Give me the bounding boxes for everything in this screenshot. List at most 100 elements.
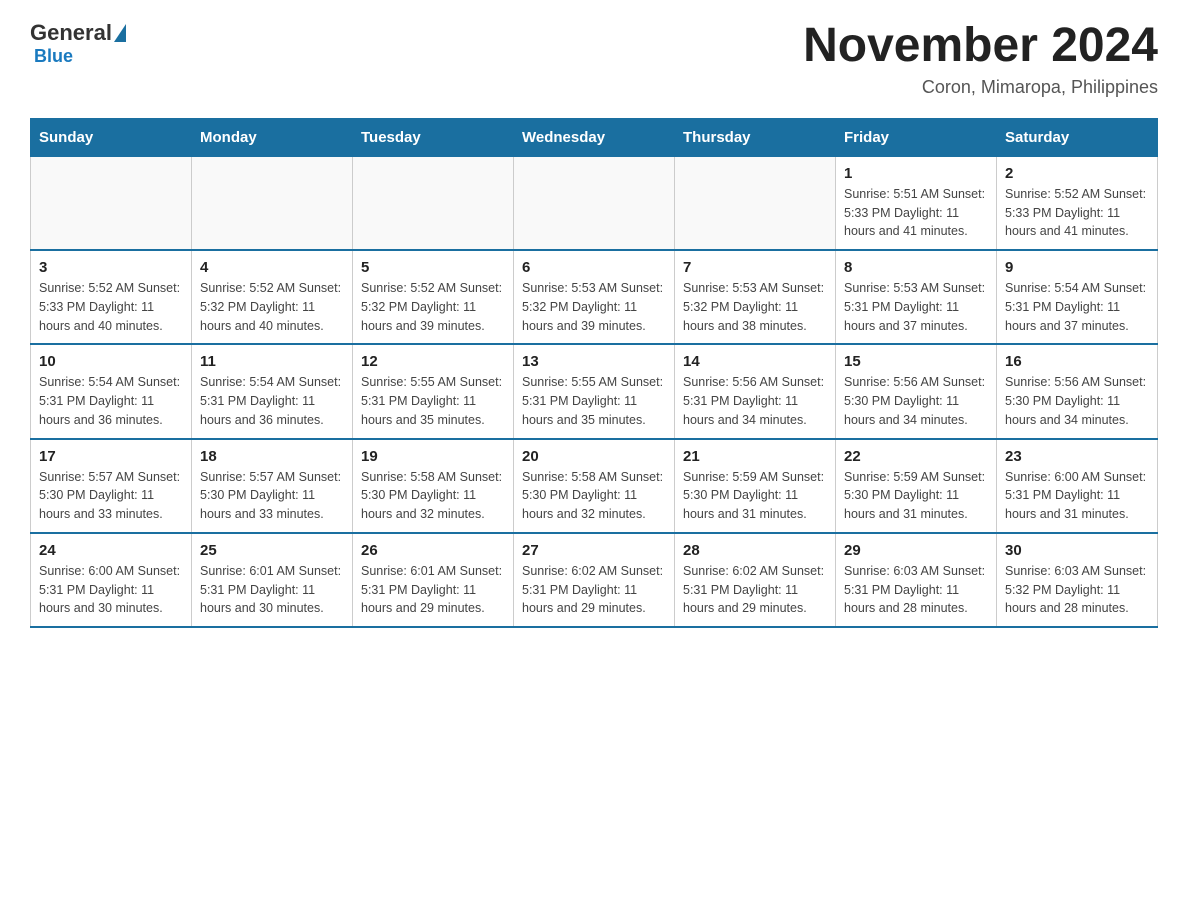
day-number: 29	[844, 542, 988, 559]
day-info: Sunrise: 6:00 AM Sunset: 5:31 PM Dayligh…	[39, 562, 183, 618]
day-info: Sunrise: 5:54 AM Sunset: 5:31 PM Dayligh…	[200, 373, 344, 429]
calendar-cell: 23Sunrise: 6:00 AM Sunset: 5:31 PM Dayli…	[997, 439, 1158, 533]
day-info: Sunrise: 5:58 AM Sunset: 5:30 PM Dayligh…	[361, 468, 505, 524]
logo-triangle-icon	[114, 24, 126, 42]
day-info: Sunrise: 5:56 AM Sunset: 5:31 PM Dayligh…	[683, 373, 827, 429]
calendar-body: 1Sunrise: 5:51 AM Sunset: 5:33 PM Daylig…	[31, 156, 1158, 627]
calendar-cell: 11 Sunrise: 5:54 AM Sunset: 5:31 PM Dayli…	[192, 344, 353, 438]
day-info: Sunrise: 5:57 AM Sunset: 5:30 PM Dayligh…	[200, 468, 344, 524]
logo-area: General Blue	[30, 20, 128, 67]
calendar-cell: 18 Sunrise: 5:57 AM Sunset: 5:30 PM Dayli…	[192, 439, 353, 533]
weekday-header-wednesday: Wednesday	[514, 118, 675, 156]
day-number: 18	[200, 448, 344, 465]
day-number: 8	[844, 259, 988, 276]
calendar-cell: 22 Sunrise: 5:59 AM Sunset: 5:30 PM Dayli…	[836, 439, 997, 533]
day-number: 17	[39, 448, 183, 465]
day-number: 13	[522, 353, 666, 370]
day-info: Sunrise: 5:58 AM Sunset: 5:30 PM Dayligh…	[522, 468, 666, 524]
day-number: 26	[361, 542, 505, 559]
calendar-cell: 26Sunrise: 6:01 AM Sunset: 5:31 PM Dayli…	[353, 533, 514, 627]
title-area: November 2024 Coron, Mimaropa, Philippin…	[803, 20, 1158, 98]
day-number: 16	[1005, 353, 1149, 370]
calendar-cell: 17 Sunrise: 5:57 AM Sunset: 5:30 PM Dayli…	[31, 439, 192, 533]
day-number: 15	[844, 353, 988, 370]
calendar-cell: 21 Sunrise: 5:59 AM Sunset: 5:30 PM Dayli…	[675, 439, 836, 533]
day-number: 3	[39, 259, 183, 276]
day-number: 10	[39, 353, 183, 370]
day-info: Sunrise: 5:55 AM Sunset: 5:31 PM Dayligh…	[522, 373, 666, 429]
calendar-cell: 30Sunrise: 6:03 AM Sunset: 5:32 PM Dayli…	[997, 533, 1158, 627]
weekday-header-friday: Friday	[836, 118, 997, 156]
day-info: Sunrise: 5:52 AM Sunset: 5:33 PM Dayligh…	[1005, 185, 1149, 241]
calendar-week-row: 3 Sunrise: 5:52 AM Sunset: 5:33 PM Daylig…	[31, 250, 1158, 344]
calendar-cell: 29 Sunrise: 6:03 AM Sunset: 5:31 PM Dayli…	[836, 533, 997, 627]
weekday-header-monday: Monday	[192, 118, 353, 156]
calendar-cell: 14 Sunrise: 5:56 AM Sunset: 5:31 PM Dayli…	[675, 344, 836, 438]
logo: General	[30, 20, 128, 46]
day-number: 12	[361, 353, 505, 370]
calendar-cell: 28Sunrise: 6:02 AM Sunset: 5:31 PM Dayli…	[675, 533, 836, 627]
calendar-cell: 4 Sunrise: 5:52 AM Sunset: 5:32 PM Daylig…	[192, 250, 353, 344]
calendar-cell: 3 Sunrise: 5:52 AM Sunset: 5:33 PM Daylig…	[31, 250, 192, 344]
day-info: Sunrise: 5:52 AM Sunset: 5:33 PM Dayligh…	[39, 279, 183, 335]
calendar-week-row: 10 Sunrise: 5:54 AM Sunset: 5:31 PM Dayli…	[31, 344, 1158, 438]
day-info: Sunrise: 5:53 AM Sunset: 5:31 PM Dayligh…	[844, 279, 988, 335]
calendar-week-row: 24 Sunrise: 6:00 AM Sunset: 5:31 PM Dayli…	[31, 533, 1158, 627]
weekday-header-saturday: Saturday	[997, 118, 1158, 156]
day-info: Sunrise: 5:55 AM Sunset: 5:31 PM Dayligh…	[361, 373, 505, 429]
day-number: 24	[39, 542, 183, 559]
calendar-cell: 8 Sunrise: 5:53 AM Sunset: 5:31 PM Daylig…	[836, 250, 997, 344]
calendar-cell: 19Sunrise: 5:58 AM Sunset: 5:30 PM Dayli…	[353, 439, 514, 533]
calendar-cell	[192, 156, 353, 250]
day-number: 5	[361, 259, 505, 276]
calendar-cell: 24 Sunrise: 6:00 AM Sunset: 5:31 PM Dayli…	[31, 533, 192, 627]
day-number: 25	[200, 542, 344, 559]
location-subtitle: Coron, Mimaropa, Philippines	[803, 77, 1158, 98]
day-info: Sunrise: 6:00 AM Sunset: 5:31 PM Dayligh…	[1005, 468, 1149, 524]
day-info: Sunrise: 5:53 AM Sunset: 5:32 PM Dayligh…	[683, 279, 827, 335]
day-info: Sunrise: 5:54 AM Sunset: 5:31 PM Dayligh…	[39, 373, 183, 429]
logo-general: General	[30, 20, 112, 46]
weekday-header-tuesday: Tuesday	[353, 118, 514, 156]
day-number: 4	[200, 259, 344, 276]
calendar-cell: 6Sunrise: 5:53 AM Sunset: 5:32 PM Daylig…	[514, 250, 675, 344]
calendar-cell	[31, 156, 192, 250]
day-number: 14	[683, 353, 827, 370]
calendar-cell: 25 Sunrise: 6:01 AM Sunset: 5:31 PM Dayli…	[192, 533, 353, 627]
weekday-header-sunday: Sunday	[31, 118, 192, 156]
day-info: Sunrise: 5:54 AM Sunset: 5:31 PM Dayligh…	[1005, 279, 1149, 335]
day-info: Sunrise: 5:52 AM Sunset: 5:32 PM Dayligh…	[200, 279, 344, 335]
day-number: 22	[844, 448, 988, 465]
day-number: 6	[522, 259, 666, 276]
logo-blue-text: Blue	[30, 46, 73, 67]
calendar-cell	[675, 156, 836, 250]
day-number: 21	[683, 448, 827, 465]
day-number: 30	[1005, 542, 1149, 559]
calendar-cell: 1Sunrise: 5:51 AM Sunset: 5:33 PM Daylig…	[836, 156, 997, 250]
calendar-cell	[514, 156, 675, 250]
day-info: Sunrise: 5:56 AM Sunset: 5:30 PM Dayligh…	[844, 373, 988, 429]
day-number: 20	[522, 448, 666, 465]
calendar-cell: 7 Sunrise: 5:53 AM Sunset: 5:32 PM Daylig…	[675, 250, 836, 344]
calendar-cell	[353, 156, 514, 250]
logo-blue: Blue	[34, 46, 73, 66]
day-info: Sunrise: 6:03 AM Sunset: 5:31 PM Dayligh…	[844, 562, 988, 618]
calendar-header: SundayMondayTuesdayWednesdayThursdayFrid…	[31, 118, 1158, 156]
calendar-cell: 15 Sunrise: 5:56 AM Sunset: 5:30 PM Dayli…	[836, 344, 997, 438]
calendar-cell: 20 Sunrise: 5:58 AM Sunset: 5:30 PM Dayli…	[514, 439, 675, 533]
calendar-cell: 10 Sunrise: 5:54 AM Sunset: 5:31 PM Dayli…	[31, 344, 192, 438]
day-info: Sunrise: 6:01 AM Sunset: 5:31 PM Dayligh…	[200, 562, 344, 618]
month-year-title: November 2024	[803, 20, 1158, 73]
calendar-cell: 9Sunrise: 5:54 AM Sunset: 5:31 PM Daylig…	[997, 250, 1158, 344]
day-info: Sunrise: 5:59 AM Sunset: 5:30 PM Dayligh…	[683, 468, 827, 524]
calendar-week-row: 1Sunrise: 5:51 AM Sunset: 5:33 PM Daylig…	[31, 156, 1158, 250]
day-number: 1	[844, 165, 988, 182]
day-info: Sunrise: 5:57 AM Sunset: 5:30 PM Dayligh…	[39, 468, 183, 524]
day-number: 11	[200, 353, 344, 370]
day-info: Sunrise: 6:02 AM Sunset: 5:31 PM Dayligh…	[683, 562, 827, 618]
day-info: Sunrise: 5:59 AM Sunset: 5:30 PM Dayligh…	[844, 468, 988, 524]
calendar-cell: 16Sunrise: 5:56 AM Sunset: 5:30 PM Dayli…	[997, 344, 1158, 438]
day-number: 7	[683, 259, 827, 276]
calendar-cell: 13 Sunrise: 5:55 AM Sunset: 5:31 PM Dayli…	[514, 344, 675, 438]
calendar-cell: 27Sunrise: 6:02 AM Sunset: 5:31 PM Dayli…	[514, 533, 675, 627]
